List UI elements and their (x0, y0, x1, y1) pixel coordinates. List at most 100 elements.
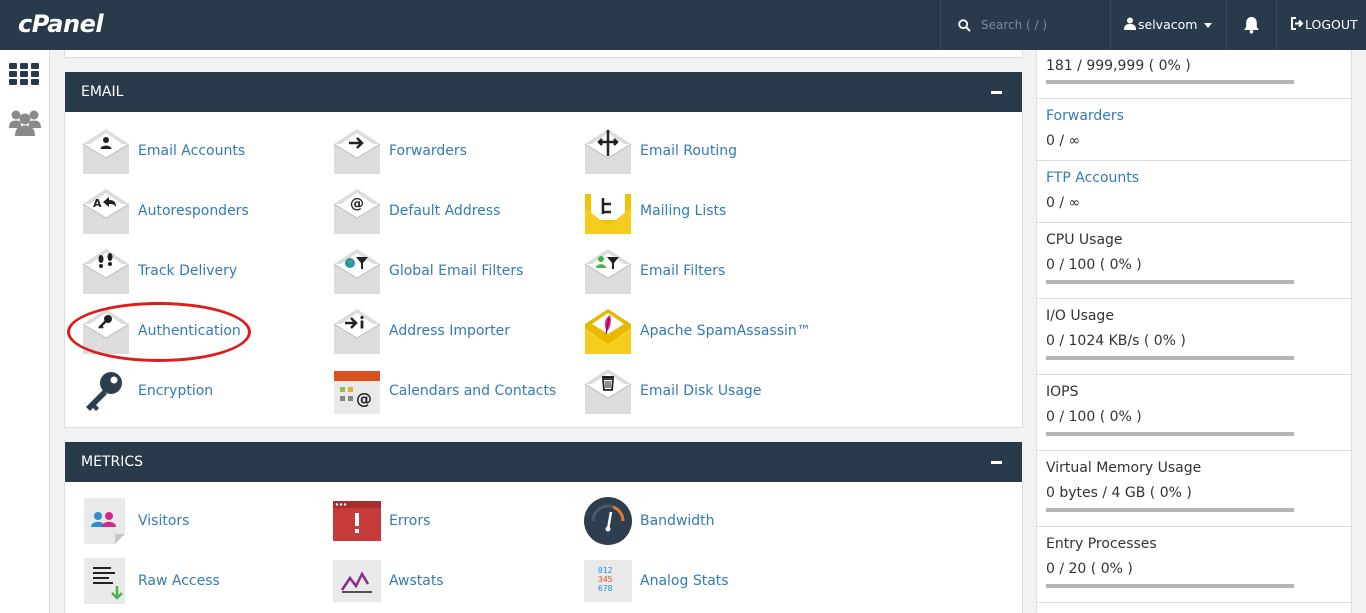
envelope-person-filter-icon (584, 249, 632, 294)
stat-name: I/O Usage (1046, 308, 1114, 324)
usage-bar (1046, 280, 1294, 284)
user-icon (1124, 17, 1136, 30)
envelope-footprints-icon (82, 249, 130, 294)
home-grid-icon[interactable] (9, 63, 39, 85)
authentication-link[interactable]: Authentication (81, 306, 321, 358)
stat-io-usage: I/O Usage 0 / 1024 KB/s ( 0% ) (1037, 299, 1351, 375)
mailing-lists-link[interactable]: Mailing Lists (583, 186, 823, 238)
chevron-down-icon (1204, 23, 1212, 28)
svg-text:@: @ (350, 196, 364, 212)
envelope-globe-filter-icon (333, 249, 381, 294)
collapse-icon[interactable] (991, 91, 1002, 94)
email-routing-label: Email Routing (640, 143, 737, 159)
stat-virtual-memory: Virtual Memory Usage 0 bytes / 4 GB ( 0%… (1037, 451, 1351, 527)
analog-stats-link[interactable]: 012 345 678 Analog Stats (583, 556, 823, 608)
cpanel-logo[interactable]: cPanel (18, 10, 104, 38)
errors-link[interactable]: Errors (332, 496, 572, 548)
default-address-link[interactable]: @ Default Address (332, 186, 572, 238)
stat-value: 0 / 1024 KB/s ( 0% ) (1046, 333, 1186, 349)
error-window-icon (333, 501, 381, 541)
metrics-panel-header[interactable]: METRICS (65, 442, 1022, 482)
bandwidth-link[interactable]: Bandwidth (583, 496, 823, 548)
left-sidebar (0, 50, 50, 613)
search-box[interactable] (940, 0, 1110, 50)
envelope-reply-icon: A (82, 189, 130, 234)
line-graph-icon (333, 560, 381, 602)
stat-name: Virtual Memory Usage (1046, 460, 1202, 476)
stat-name: IOPS (1046, 384, 1079, 400)
track-delivery-label: Track Delivery (138, 263, 238, 279)
logout-icon (1291, 17, 1304, 30)
svg-text:345: 345 (598, 575, 613, 584)
notifications-button[interactable] (1226, 0, 1276, 50)
apache-spamassassin-link[interactable]: Apache SpamAssassin™ (583, 306, 823, 358)
forwarders-link[interactable]: Forwarders (332, 126, 572, 178)
envelope-signpost-icon (584, 129, 632, 174)
users-group-icon[interactable] (9, 108, 41, 136)
raw-access-link[interactable]: Raw Access (81, 556, 321, 608)
stat-value: 181 / 999,999 ( 0% ) (1046, 58, 1191, 74)
email-accounts-label: Email Accounts (138, 143, 246, 159)
errors-label: Errors (389, 513, 431, 529)
stat-name: Entry Processes (1046, 536, 1157, 552)
gauge-icon (584, 497, 632, 545)
stat-value: 0 / ∞ (1046, 195, 1081, 211)
yellow-envelope-feather-icon (585, 309, 631, 354)
stat-ftp-accounts-link[interactable]: FTP Accounts (1046, 170, 1139, 186)
awstats-label: Awstats (389, 573, 444, 589)
calendars-and-contacts-label: Calendars and Contacts (389, 383, 557, 399)
usage-bar (1046, 356, 1294, 360)
stat-value: 0 / ∞ (1046, 133, 1081, 149)
mailing-lists-label: Mailing Lists (640, 203, 727, 219)
apache-spamassassin-label: Apache SpamAssassin™ (640, 323, 811, 339)
address-importer-label: Address Importer (389, 323, 511, 339)
username: selvacom (1138, 17, 1198, 32)
key-icon (86, 372, 122, 411)
email-filters-label: Email Filters (640, 263, 726, 279)
logout-button[interactable]: LOGOUT (1276, 0, 1366, 50)
usage-bar (1046, 80, 1294, 84)
stat-email-accounts: 181 / 999,999 ( 0% ) (1037, 50, 1351, 99)
usage-bar (1046, 508, 1294, 512)
raw-access-page-icon (84, 558, 125, 604)
visitors-label: Visitors (138, 513, 190, 529)
envelope-person-icon (82, 129, 130, 174)
stat-value: 0 / 100 ( 0% ) (1046, 257, 1142, 273)
stat-name: CPU Usage (1046, 232, 1123, 248)
email-disk-usage-link[interactable]: Email Disk Usage (583, 366, 823, 418)
encryption-link[interactable]: Encryption (81, 366, 321, 418)
metrics-panel-body: Visitors Errors Bandwidth Raw Access Aws… (64, 482, 1023, 613)
envelope-trash-icon (584, 369, 632, 414)
autoresponders-link[interactable]: A Autoresponders (81, 186, 321, 238)
email-panel-title: EMAIL (81, 84, 124, 100)
track-delivery-link[interactable]: Track Delivery (81, 246, 321, 298)
calendars-and-contacts-link[interactable]: @ Calendars and Contacts (332, 366, 572, 418)
stat-iops: IOPS 0 / 100 ( 0% ) (1037, 375, 1351, 451)
search-input[interactable] (981, 14, 1101, 36)
authentication-label: Authentication (138, 323, 241, 339)
envelope-arrow-icon (333, 129, 381, 174)
collapse-icon[interactable] (991, 461, 1002, 464)
user-menu[interactable]: selvacom (1110, 0, 1226, 50)
awstats-link[interactable]: Awstats (332, 556, 572, 608)
email-panel-header[interactable]: EMAIL (65, 72, 1022, 112)
autoresponders-label: Autoresponders (138, 203, 249, 219)
envelope-at-icon: @ (333, 189, 381, 234)
previous-panel-bottom (64, 50, 1023, 58)
visitors-link[interactable]: Visitors (81, 496, 321, 548)
metrics-panel-title: METRICS (81, 454, 143, 470)
email-routing-link[interactable]: Email Routing (583, 126, 823, 178)
numbers-grid-icon: 012 345 678 (584, 560, 632, 602)
email-accounts-link[interactable]: Email Accounts (81, 126, 321, 178)
address-importer-link[interactable]: Address Importer (332, 306, 572, 358)
stat-entry-processes: Entry Processes 0 / 20 ( 0% ) (1037, 527, 1351, 603)
svg-text:A: A (93, 197, 102, 210)
stat-forwarders-link[interactable]: Forwarders (1046, 108, 1124, 124)
svg-text:678: 678 (598, 584, 613, 593)
usage-bar (1046, 432, 1294, 436)
envelope-import-icon (333, 309, 381, 354)
global-email-filters-link[interactable]: Global Email Filters (332, 246, 572, 298)
stat-value: 0 / 100 ( 0% ) (1046, 409, 1142, 425)
email-filters-link[interactable]: Email Filters (583, 246, 823, 298)
envelope-key-icon (82, 309, 130, 354)
